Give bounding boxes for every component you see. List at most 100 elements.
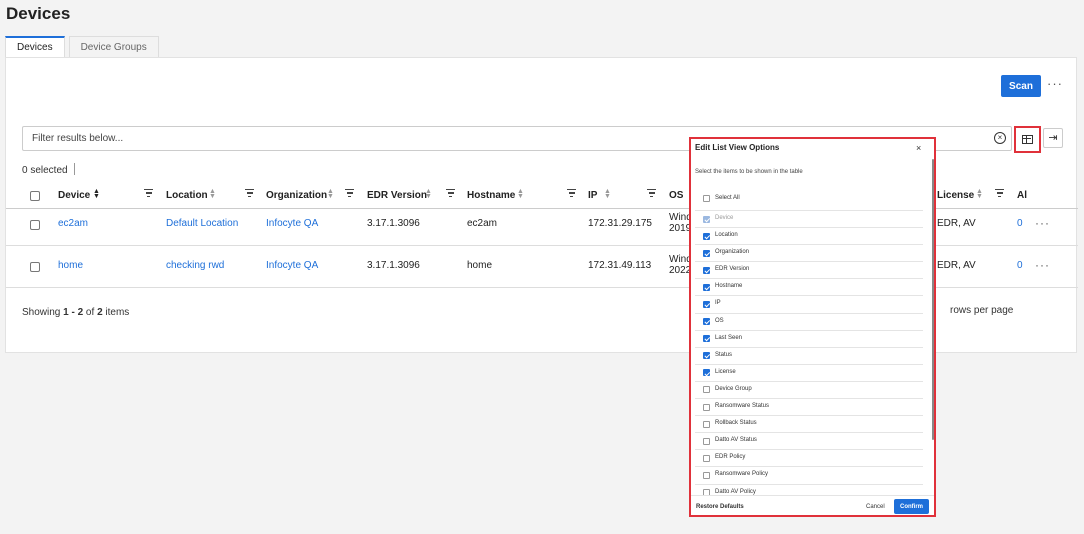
more-actions-icon[interactable]: ···: [1047, 76, 1063, 91]
column-header-device[interactable]: Device: [58, 190, 90, 201]
column-option-os[interactable]: OS: [695, 314, 923, 331]
scrollbar[interactable]: [932, 159, 934, 440]
row-more-icon[interactable]: ···: [1035, 258, 1050, 272]
checkbox[interactable]: [703, 420, 710, 428]
column-header-organization[interactable]: Organization: [266, 190, 327, 201]
column-option-ransomware-status[interactable]: Ransomware Status: [695, 399, 923, 417]
column-option-edr-version[interactable]: EDR Version: [695, 262, 923, 280]
device-link[interactable]: home: [58, 260, 83, 271]
column-option-hostname[interactable]: Hostname: [695, 279, 923, 297]
divider: [74, 163, 75, 175]
close-icon[interactable]: ×: [916, 143, 921, 153]
filter-icon[interactable]: [567, 189, 576, 198]
tab-device-groups[interactable]: Device Groups: [68, 36, 159, 58]
checkbox[interactable]: [703, 195, 710, 202]
filter-icon[interactable]: [446, 189, 455, 198]
organization-link[interactable]: Infocyte QA: [266, 218, 318, 229]
option-label: Status: [715, 351, 733, 358]
location-link[interactable]: Default Location: [166, 218, 238, 229]
checkbox[interactable]: [703, 249, 710, 257]
column-option-edr-policy[interactable]: EDR Policy: [695, 450, 923, 468]
checkbox[interactable]: [703, 437, 710, 445]
cancel-button[interactable]: Cancel: [866, 504, 885, 510]
column-option-device-group[interactable]: Device Group: [695, 382, 923, 400]
sort-icon[interactable]: ▲ ▼: [425, 188, 432, 200]
column-header-ip[interactable]: IP: [588, 190, 597, 201]
column-option-datto-av-status[interactable]: Datto AV Status: [695, 433, 923, 451]
filter-icon[interactable]: [647, 189, 656, 198]
organization-link[interactable]: Infocyte QA: [266, 260, 318, 271]
filter-icon[interactable]: [245, 189, 254, 198]
sort-icon[interactable]: ▲ ▼: [93, 188, 100, 200]
filter-icon[interactable]: [144, 189, 153, 198]
tab-bar: Devices Device Groups: [5, 36, 163, 58]
option-label: Location: [715, 232, 738, 239]
column-header-os[interactable]: OS: [669, 190, 683, 201]
divider: [691, 495, 934, 496]
filter-icon[interactable]: [995, 189, 1004, 198]
checkbox[interactable]: [703, 335, 710, 343]
checkbox[interactable]: [703, 471, 710, 479]
tab-devices[interactable]: Devices: [5, 36, 65, 58]
option-label: Device: [715, 215, 734, 221]
clear-filter-icon[interactable]: ×: [994, 132, 1006, 144]
checkbox[interactable]: [703, 352, 710, 360]
option-label: Device Group: [715, 385, 752, 392]
sort-icon[interactable]: ▲ ▼: [327, 188, 334, 200]
scan-button[interactable]: Scan: [1001, 75, 1041, 97]
dialog-title: Edit List View Options: [695, 143, 780, 152]
location-link[interactable]: checking rwd: [166, 260, 224, 271]
selected-count: 0 selected: [22, 165, 68, 176]
select-all-rows-checkbox[interactable]: [30, 191, 40, 201]
alerts-count[interactable]: 0: [1017, 260, 1023, 271]
option-label: License: [715, 368, 736, 375]
filter-icon[interactable]: [345, 189, 354, 198]
checkbox[interactable]: [703, 232, 710, 240]
checkbox[interactable]: [703, 454, 710, 462]
alerts-count[interactable]: 0: [1017, 218, 1023, 229]
column-options-button[interactable]: [1014, 126, 1041, 153]
column-header-edr-version[interactable]: EDR Version: [367, 190, 427, 201]
row-checkbox[interactable]: [30, 262, 40, 272]
edit-list-view-dialog: Edit List View Options × Select the item…: [689, 137, 936, 517]
checkbox[interactable]: [703, 369, 710, 377]
sort-icon[interactable]: ▲ ▼: [209, 188, 216, 200]
row-more-icon[interactable]: ···: [1035, 216, 1050, 230]
option-label: Rollback Status: [715, 420, 757, 427]
column-option-device: Device: [695, 211, 923, 229]
page-title: Devices: [6, 4, 71, 23]
checkbox: [703, 215, 710, 223]
column-option-location[interactable]: Location: [695, 228, 923, 246]
sort-icon[interactable]: ▲ ▼: [976, 188, 983, 200]
column-header-license[interactable]: License: [937, 190, 974, 201]
os-cell: Windows 2019: [669, 212, 689, 234]
checkbox[interactable]: [703, 318, 710, 326]
ip-cell: 172.31.49.113: [588, 260, 652, 271]
checkbox[interactable]: [703, 403, 710, 411]
edr-version-cell: 3.17.1.3096: [367, 260, 420, 271]
row-checkbox[interactable]: [30, 220, 40, 230]
checkbox[interactable]: [703, 283, 710, 291]
column-option-license[interactable]: License: [695, 365, 923, 382]
column-header-hostname[interactable]: Hostname: [467, 190, 515, 201]
column-option-ip[interactable]: IP: [695, 296, 923, 314]
select-all-option[interactable]: Select All: [695, 189, 923, 211]
column-option-ransomware-policy[interactable]: Ransomware Policy: [695, 467, 923, 485]
export-button[interactable]: ⇥: [1043, 128, 1063, 148]
checkbox[interactable]: [703, 300, 710, 308]
checkbox[interactable]: [703, 266, 710, 274]
sort-icon[interactable]: ▲ ▼: [517, 188, 524, 200]
restore-defaults-button[interactable]: Restore Defaults: [696, 504, 744, 510]
pagination-summary: Showing 1 - 2 of 2 items: [22, 307, 130, 318]
column-header-alerts[interactable]: Al: [1017, 190, 1027, 201]
checkbox[interactable]: [703, 386, 710, 394]
column-header-location[interactable]: Location: [166, 190, 208, 201]
confirm-button[interactable]: Confirm: [894, 499, 929, 514]
column-option-rollback-status[interactable]: Rollback Status: [695, 416, 923, 434]
sort-icon[interactable]: ▲ ▼: [604, 188, 611, 200]
device-link[interactable]: ec2am: [58, 218, 88, 229]
column-option-organization[interactable]: Organization: [695, 245, 923, 263]
option-label: Hostname: [715, 283, 743, 290]
column-option-last-seen[interactable]: Last Seen: [695, 331, 923, 348]
column-option-status[interactable]: Status: [695, 348, 923, 365]
